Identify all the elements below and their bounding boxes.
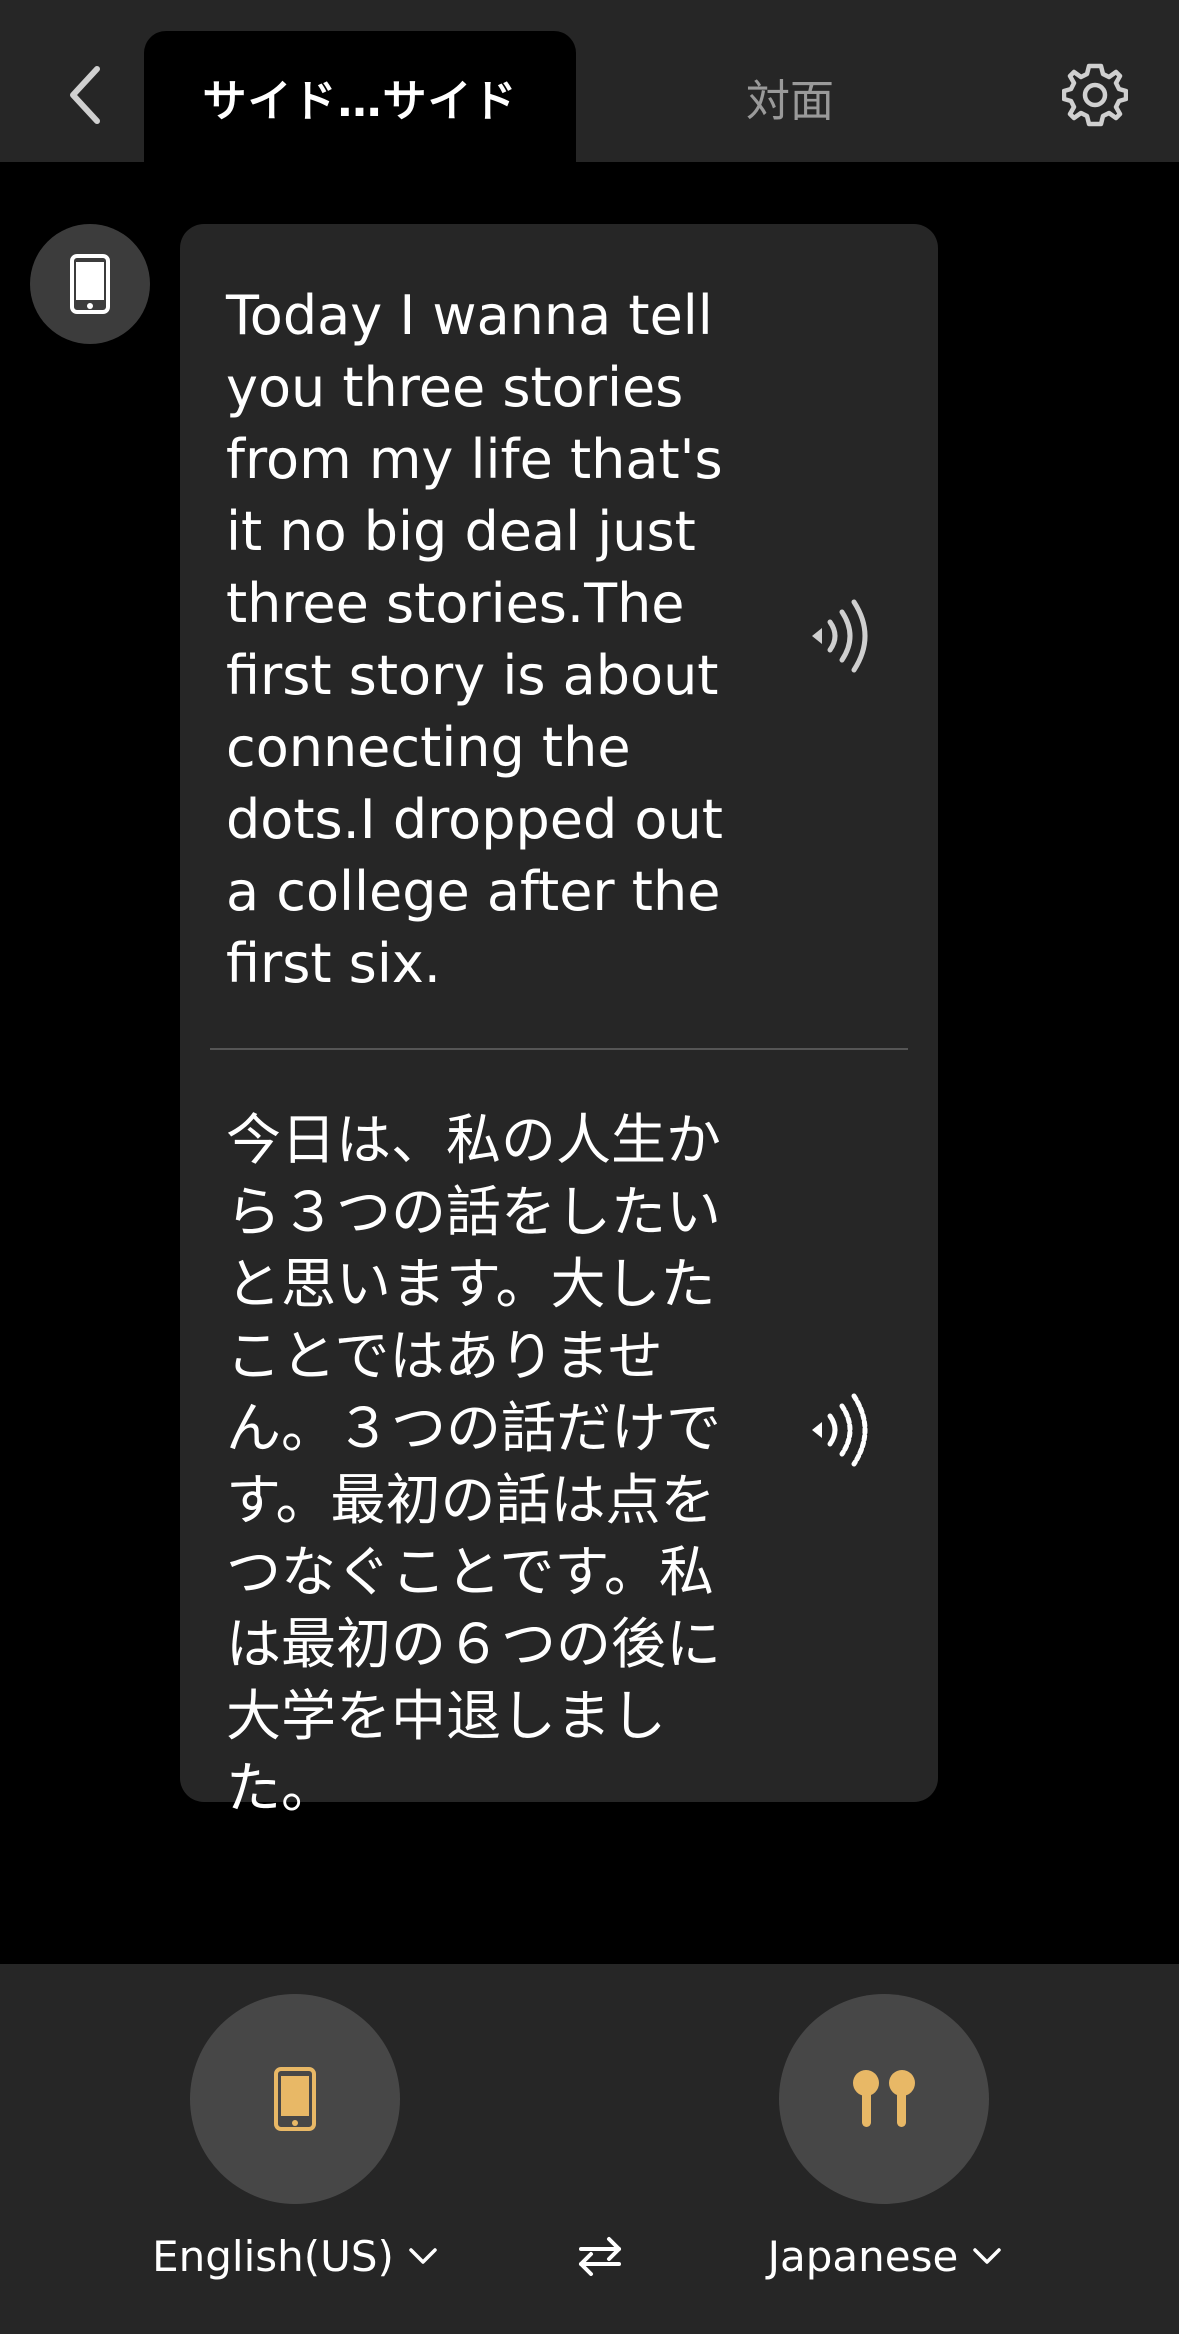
message-bubble: Today I wanna tell you three stories fro… [180, 224, 938, 1820]
source-language-select[interactable]: English(US) [120, 2216, 470, 2296]
speaker-icon [812, 599, 868, 673]
swap-languages-button[interactable] [560, 2216, 640, 2296]
speaker-icon [812, 1393, 868, 1467]
back-chevron-icon [70, 66, 100, 124]
earbuds-mic-button[interactable] [779, 1994, 989, 2204]
chevron-down-icon [409, 2248, 437, 2264]
back-button[interactable] [52, 62, 118, 128]
source-text: Today I wanna tell you three stories fro… [226, 284, 723, 995]
divider [210, 1048, 908, 1050]
play-translation-button[interactable] [800, 1390, 880, 1470]
bottom-bar: English(US) Japanese [0, 1964, 1179, 2334]
target-language-select[interactable]: Japanese [735, 2216, 1035, 2296]
play-source-button[interactable] [800, 596, 880, 676]
tab-label: 対面 [746, 75, 834, 127]
gear-icon [1062, 63, 1128, 127]
settings-button[interactable] [1060, 60, 1130, 130]
chevron-down-icon [973, 2248, 1002, 2264]
tab-label: サイド…サイド [202, 75, 518, 127]
phone-icon [70, 254, 110, 314]
swap-icon [579, 2237, 621, 2276]
tab-face-to-face[interactable]: 対面 [680, 31, 900, 162]
phone-icon [274, 2067, 316, 2131]
top-bar: サイド…サイド 対面 [0, 0, 1179, 162]
earbuds-icon [853, 2070, 915, 2127]
translated-text: 今日は、私の人生から３つの話をしたいと思います。大したことではありません。３つの… [226, 1108, 722, 1820]
phone-mic-button[interactable] [190, 1994, 400, 2204]
tab-side-by-side[interactable]: サイド…サイド [144, 31, 576, 162]
target-language-label: Japanese [767, 2231, 959, 2281]
source-language-label: English(US) [152, 2231, 394, 2281]
speaker-avatar [30, 224, 150, 344]
